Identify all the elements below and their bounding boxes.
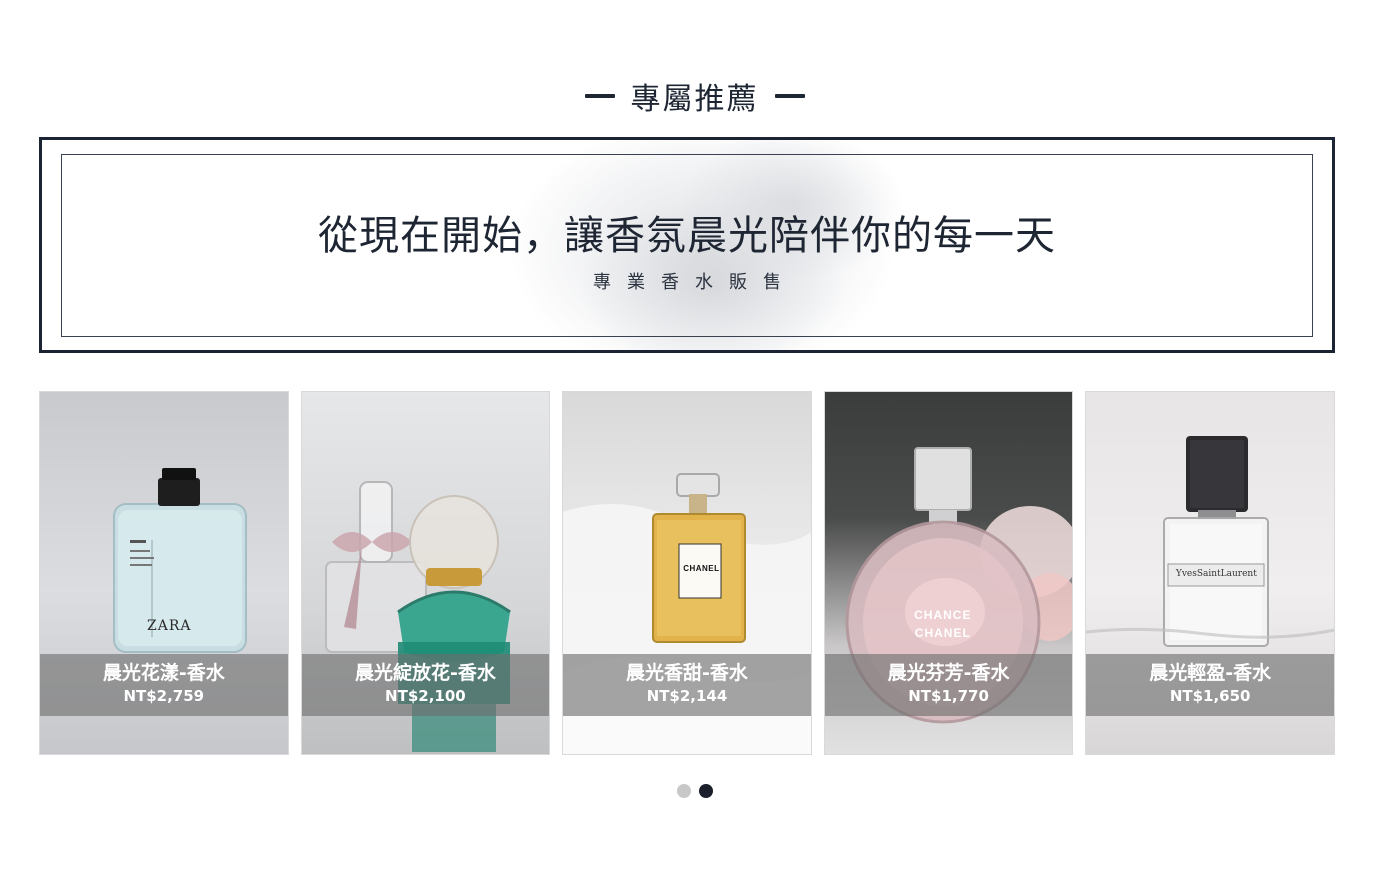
banner-subtitle: 專業香水販售 xyxy=(593,272,797,293)
product-card[interactable]: CHANCE CHANEL 晨光芬芳-香水 NT$1,770 xyxy=(823,391,1074,755)
title-dash-right xyxy=(774,94,805,98)
promo-banner: 從現在開始，讓香氛晨光陪伴你的每一天 專業香水販售 xyxy=(39,137,1335,353)
product-card[interactable]: CHANEL 晨光香甜-香水 NT$2,144 xyxy=(562,391,812,755)
bottle-brand-label: CHANEL xyxy=(683,564,720,573)
product-price: NT$2,100 xyxy=(385,687,466,705)
product-caption: 晨光花漾-香水 NT$2,759 xyxy=(40,654,288,716)
section-title: 專屬推薦 xyxy=(630,82,759,117)
product-price: NT$2,759 xyxy=(123,687,205,705)
product-name: 晨光香甜-香水 xyxy=(626,662,748,684)
product-card[interactable]: 晨光綻放花-香水 NT$2,100 xyxy=(300,391,551,755)
banner-text-block: 從現在開始，讓香氛晨光陪伴你的每一天 專業香水販售 xyxy=(42,210,1332,294)
product-caption: 晨光輕盈-香水 NT$1,650 xyxy=(1086,654,1334,716)
pagination-dot-1[interactable] xyxy=(676,784,691,798)
product-caption: 晨光綻放花-香水 NT$2,100 xyxy=(301,654,550,716)
product-price: NT$1,650 xyxy=(1169,687,1251,705)
banner-headline: 從現在開始，讓香氛晨光陪伴你的每一天 xyxy=(318,213,1056,259)
bottle-brand-label: ZARA xyxy=(147,618,192,634)
product-caption: 晨光芬芳-香水 NT$1,770 xyxy=(824,654,1073,716)
product-card[interactable]: ZARA 晨光花漾-香水 NT$2,759 xyxy=(39,391,289,755)
section-header: 專屬推薦 xyxy=(0,74,1389,118)
bottle-brand-label: CHANCE CHANEL xyxy=(914,608,972,640)
product-name: 晨光花漾-香水 xyxy=(102,662,225,684)
product-caption: 晨光香甜-香水 NT$2,144 xyxy=(563,654,811,716)
pagination-dot-2[interactable] xyxy=(698,784,713,798)
product-carousel: ZARA 晨光花漾-香水 NT$2,759 晨光綻放花-香水 NT$2,100 … xyxy=(39,391,1335,755)
carousel-pagination xyxy=(0,784,1389,798)
bottle-brand-label: YvesSaintLaurent xyxy=(1175,569,1257,579)
product-price: NT$2,144 xyxy=(646,687,728,705)
product-name: 晨光芬芳-香水 xyxy=(887,662,1010,684)
product-card[interactable]: YvesSaintLaurent 晨光輕盈-香水 NT$1,650 xyxy=(1085,391,1335,755)
title-dash-left xyxy=(584,94,615,98)
product-price: NT$1,770 xyxy=(908,687,989,705)
product-name: 晨光輕盈-香水 xyxy=(1149,662,1272,684)
product-name: 晨光綻放花-香水 xyxy=(354,662,496,684)
